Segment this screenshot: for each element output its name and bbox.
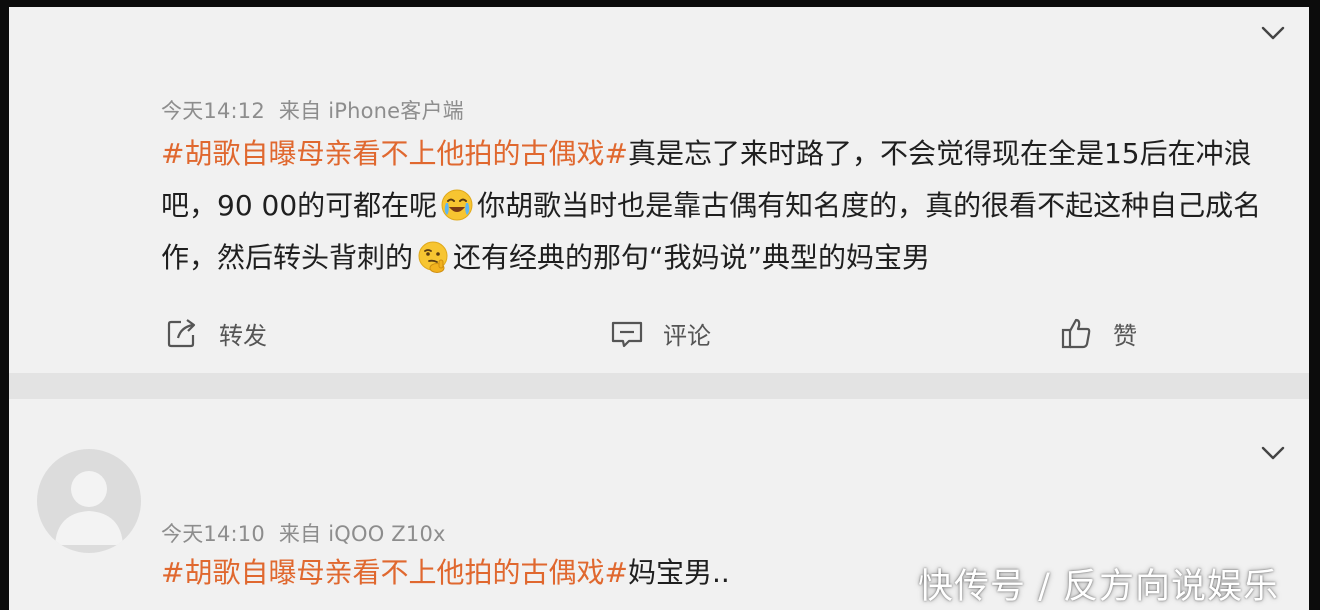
crying-laughing-emoji [441,186,473,221]
hashtag-link[interactable]: #胡歌自曝母亲看不上他拍的古偶戏# [161,137,628,170]
chevron-down-icon[interactable] [1261,25,1285,40]
forward-label: 转发 [219,321,267,350]
post-time: 今天14:12 [161,99,265,123]
post-separator [9,373,1309,399]
screenshot-frame: 今天14:12 来自 iPhone客户端 #胡歌自曝母亲看不上他拍的古偶戏#真是忘… [9,7,1309,610]
comment-button[interactable]: 评论 [609,313,711,353]
like-label: 赞 [1113,321,1137,350]
comment-icon [609,317,645,349]
forward-icon [165,317,201,349]
watermark: 快传号 / 反方向说娱乐 [918,567,1280,607]
post-source[interactable]: 来自 iPhone客户端 [279,99,464,123]
chevron-down-icon[interactable] [1261,445,1285,460]
comment-label: 评论 [663,321,711,350]
avatar[interactable] [37,449,141,553]
post-text: 还有经典的那句“我妈说”典型的妈宝男 [453,241,931,274]
post-text: 妈宝男.. [627,556,730,589]
post-content: #胡歌自曝母亲看不上他拍的古偶戏#真是忘了来时路了，不会觉得现在全是15后在冲浪… [161,128,1281,284]
avatar-placeholder-icon [55,471,123,545]
like-button[interactable]: 赞 [1059,313,1137,353]
post-source[interactable]: 来自 iQOO Z10x [279,522,446,546]
thinking-emoji [417,238,449,273]
hashtag-link[interactable]: #胡歌自曝母亲看不上他拍的古偶戏# [161,556,628,589]
post-action-bar: 转发 评论 赞 [9,313,1309,353]
forward-button[interactable]: 转发 [165,313,267,353]
post-meta: 今天14:12 来自 iPhone客户端 [161,95,464,125]
weibo-post: 今天14:12 来自 iPhone客户端 #胡歌自曝母亲看不上他拍的古偶戏#真是忘… [9,7,1309,373]
post-time: 今天14:10 [161,522,265,546]
post-meta: 今天14:10 来自 iQOO Z10x [161,518,446,548]
like-icon [1059,316,1095,350]
